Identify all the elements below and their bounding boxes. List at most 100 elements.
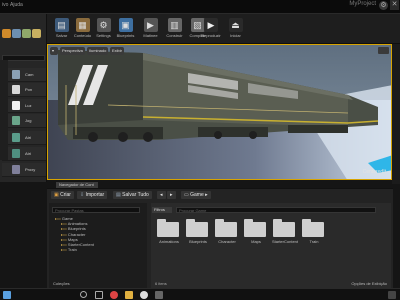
folder-label: Character bbox=[218, 239, 236, 244]
place-item[interactable]: Atri bbox=[2, 131, 46, 145]
menu-file[interactable]: ivo bbox=[2, 2, 8, 8]
toolbar-button[interactable]: ▦ Conteúdo bbox=[72, 16, 93, 42]
toolbar-button-label: Blueprints bbox=[116, 33, 135, 38]
main-toolbar: ▤ Salvar ▦ Conteúdo ⚙ Settings ▣ Blueprints ▶ Mat… bbox=[47, 14, 400, 44]
place-item-label: Pon bbox=[25, 87, 33, 92]
folder-body bbox=[186, 222, 208, 237]
folder-label: Maps bbox=[251, 239, 261, 244]
close-window-button[interactable]: ✕ bbox=[390, 0, 399, 10]
history-forward-icon[interactable]: ▸ bbox=[167, 191, 176, 199]
point-light-icon bbox=[12, 85, 20, 94]
menu-help[interactable]: Ajuda bbox=[10, 2, 23, 8]
foliage-mode-icon[interactable] bbox=[32, 29, 41, 38]
place-item[interactable]: Luz bbox=[2, 99, 46, 113]
folder-item[interactable]: Character bbox=[215, 219, 240, 249]
folder-icon: ▸▭ bbox=[61, 247, 68, 253]
toolbar-button-label: Matinee bbox=[143, 33, 158, 38]
perspective-button[interactable]: Perspectiva bbox=[60, 47, 85, 55]
place-item-label: Atri bbox=[25, 135, 31, 140]
toolbar-button[interactable]: ▣ Blueprints bbox=[115, 16, 136, 42]
play-icon: ▶ bbox=[204, 18, 218, 32]
camera-speed-control[interactable] bbox=[378, 47, 389, 54]
ue4-editor-icon[interactable] bbox=[155, 291, 163, 299]
show-button[interactable]: Exibir bbox=[110, 47, 125, 55]
level-name-label: CenteredIt bbox=[362, 169, 386, 175]
modes-search-input[interactable] bbox=[2, 55, 45, 61]
toolbar-button[interactable]: ⚙ Settings bbox=[93, 16, 114, 42]
trigger-sphere-icon bbox=[12, 149, 20, 158]
task-view-icon[interactable] bbox=[95, 291, 103, 299]
import-button[interactable]: ⇩ Importar bbox=[77, 191, 108, 199]
settings-gear-icon[interactable]: ⚙ bbox=[379, 1, 388, 10]
place-item[interactable]: Jog bbox=[2, 114, 46, 128]
toolbar-button[interactable]: ▤ Salvar bbox=[51, 16, 72, 42]
place-item-label: Luz bbox=[25, 103, 32, 108]
category-strip bbox=[0, 60, 8, 160]
player-start-icon bbox=[12, 116, 20, 125]
viewport-toolbar: ▾ Perspectiva Iluminado Exibir bbox=[50, 47, 389, 56]
blueprints-icon: ▣ bbox=[118, 18, 133, 32]
viewport-menu-icon[interactable]: ▾ bbox=[50, 47, 58, 55]
content-browser: ▣ Criar ⇩ Importar ▤ Salvar Tudo ◂ ▸ ▭ G… bbox=[47, 188, 393, 289]
place-item[interactable]: Atri bbox=[2, 147, 46, 161]
play-button[interactable]: ▶ Reproduzir bbox=[199, 16, 223, 42]
paint-mode-icon[interactable] bbox=[12, 29, 21, 38]
filters-button[interactable]: Filtros bbox=[152, 207, 172, 213]
start-icon[interactable] bbox=[3, 291, 11, 299]
level-viewport[interactable]: ▾ Perspectiva Iluminado Exibir CenteredI… bbox=[47, 44, 392, 180]
light-icon bbox=[12, 101, 20, 110]
folder-body bbox=[215, 222, 237, 237]
folder-item[interactable]: Maps bbox=[244, 219, 269, 249]
asset-search-placeholder: Procurar Game bbox=[179, 208, 207, 213]
content-icon: ▦ bbox=[75, 18, 90, 32]
folder-item[interactable]: Train bbox=[302, 219, 327, 249]
place-mode-icon[interactable] bbox=[2, 29, 11, 38]
toolbar-button[interactable]: ▶ Matinee bbox=[140, 16, 161, 42]
folder-search-placeholder: Procurar Pastas bbox=[55, 208, 84, 213]
folder-label: Animations bbox=[159, 239, 179, 244]
place-item[interactable]: Proxy bbox=[2, 163, 46, 177]
notification-icon[interactable] bbox=[388, 291, 396, 299]
place-item-label: Jog bbox=[25, 118, 32, 123]
place-item-label: Atri bbox=[25, 151, 31, 156]
folder-item[interactable]: StarterContent bbox=[271, 219, 298, 249]
toolbar-button[interactable]: ⏏ Iniciar bbox=[225, 16, 246, 42]
folder-label: Train bbox=[309, 239, 319, 244]
toolbar-button-label: Salvar bbox=[55, 33, 68, 38]
save-all-button[interactable]: ▤ Salvar Tudo bbox=[113, 191, 152, 199]
folder-body bbox=[302, 222, 324, 237]
folder-item[interactable]: Animations bbox=[157, 219, 182, 249]
tree-item[interactable]: ▸▭ Train bbox=[61, 247, 77, 252]
create-button[interactable]: ▣ Criar bbox=[51, 191, 74, 199]
save-all-label: Salvar Tudo bbox=[122, 192, 149, 198]
trigger-icon bbox=[12, 133, 20, 142]
folder-search-input[interactable]: Procurar Pastas bbox=[52, 207, 140, 213]
folder-item[interactable]: Blueprints bbox=[186, 219, 211, 249]
blocking-volume-icon bbox=[12, 165, 20, 174]
settings-icon: ⚙ bbox=[96, 18, 111, 32]
toolbar-button-label: Conteúdo bbox=[73, 33, 92, 38]
toolbar-button-label: Reproduzir bbox=[201, 33, 221, 38]
folder-body bbox=[157, 222, 179, 237]
unreal-icon[interactable] bbox=[140, 291, 148, 299]
asset-search-input[interactable]: Procurar Game bbox=[176, 207, 376, 213]
camera-icon bbox=[12, 70, 20, 79]
place-item[interactable]: Pon bbox=[2, 83, 46, 97]
project-title: MyProject bbox=[349, 1, 376, 7]
view-options-button[interactable]: Opções de Exibição bbox=[351, 281, 387, 286]
lit-button[interactable]: Iluminado bbox=[87, 47, 109, 55]
landscape-mode-icon[interactable] bbox=[22, 29, 31, 38]
place-item[interactable]: Cam bbox=[2, 68, 46, 82]
chrome-icon[interactable] bbox=[110, 291, 118, 299]
history-back-icon[interactable]: ◂ bbox=[157, 191, 166, 199]
place-item-label: Proxy bbox=[25, 167, 36, 172]
import-label: Importar bbox=[85, 192, 105, 198]
search-icon[interactable] bbox=[80, 291, 87, 298]
collections-label[interactable]: Coleções bbox=[53, 281, 70, 286]
folder-label: Blueprints bbox=[189, 239, 207, 244]
file-explorer-icon[interactable] bbox=[125, 291, 133, 299]
folder-label: StarterContent bbox=[271, 239, 298, 244]
path-breadcrumb[interactable]: ▭ Game ▸ bbox=[181, 191, 211, 199]
matinee-icon: ▶ bbox=[143, 18, 158, 32]
toolbar-button[interactable]: ▥ Construir bbox=[164, 16, 185, 42]
